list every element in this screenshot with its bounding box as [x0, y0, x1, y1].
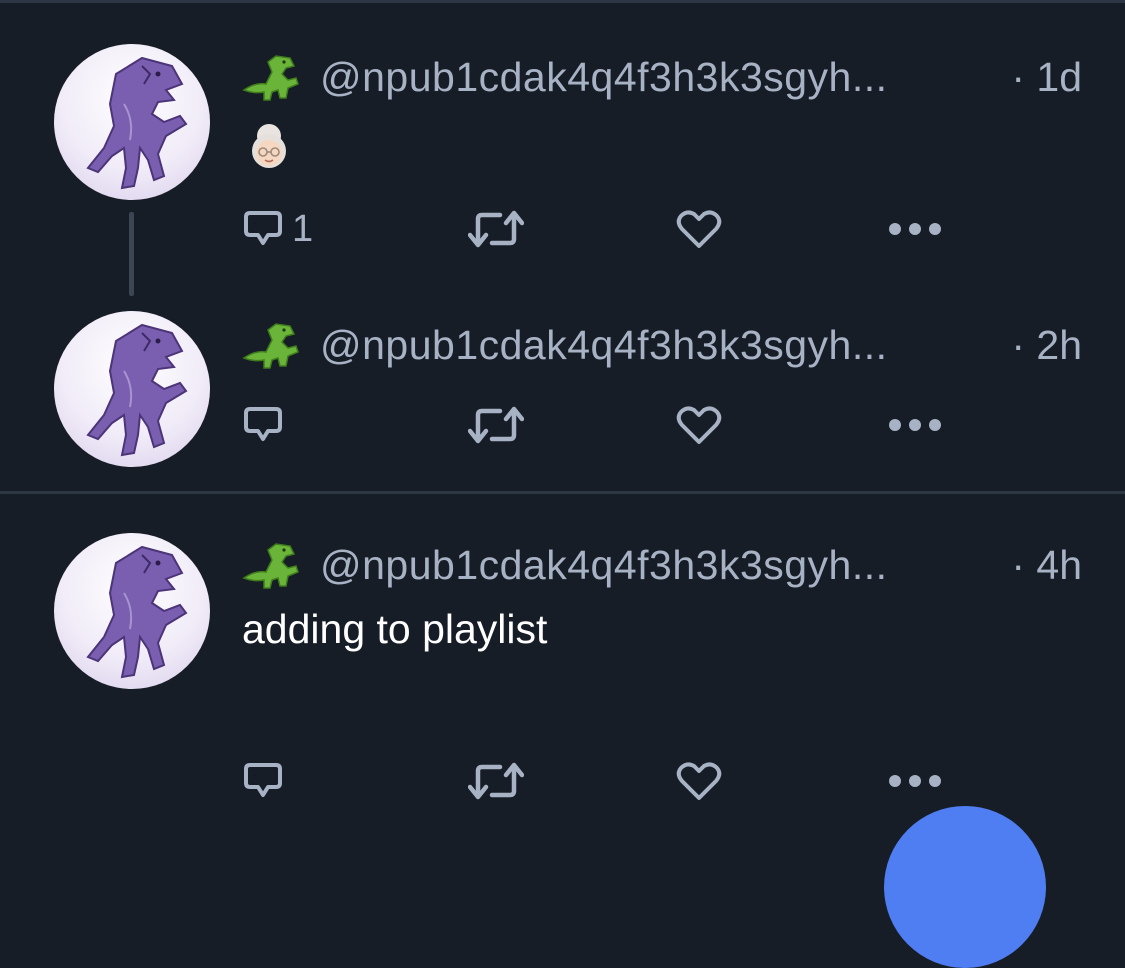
repost-icon	[468, 210, 524, 248]
post-header: @npub1cdak4q4f3h3k3sgyh... · 2h	[242, 320, 1082, 370]
reply-button[interactable]	[242, 400, 284, 450]
dinosaur-avatar-image	[86, 56, 188, 190]
reply-button[interactable]: 1	[242, 204, 313, 254]
post-timestamp: · 2h	[1011, 321, 1082, 368]
author-handle[interactable]: @npub1cdak4q4f3h3k3sgyh...	[320, 542, 888, 589]
author-avatar[interactable]	[54, 533, 210, 689]
top-divider	[0, 0, 1125, 3]
more-button[interactable]	[888, 400, 942, 450]
comment-icon	[244, 763, 282, 797]
post-actions	[0, 756, 1125, 806]
comment-icon	[244, 211, 282, 245]
post-timestamp: · 4h	[1011, 541, 1082, 588]
compose-fab-button[interactable]	[884, 806, 1046, 968]
repost-icon	[468, 406, 524, 444]
comment-icon	[244, 407, 282, 441]
post-header: @npub1cdak4q4f3h3k3sgyh... · 4h	[242, 540, 1082, 590]
post-actions: 1	[0, 204, 1125, 254]
post-timestamp: · 1d	[1011, 53, 1082, 100]
more-button[interactable]	[888, 756, 942, 806]
more-icon	[889, 223, 941, 235]
dinosaur-avatar-image	[86, 545, 188, 679]
author-avatar[interactable]	[54, 44, 210, 200]
author-handle[interactable]: @npub1cdak4q4f3h3k3sgyh...	[320, 54, 888, 101]
heart-icon	[676, 210, 722, 248]
more-icon	[889, 775, 941, 787]
reply-count: 1	[292, 207, 314, 250]
repost-button[interactable]	[468, 204, 524, 254]
post-body	[242, 120, 296, 184]
heart-icon	[676, 762, 722, 800]
like-button[interactable]	[676, 400, 722, 450]
post-text: adding to playlist	[242, 606, 548, 652]
t-rex-emoji	[242, 55, 299, 101]
heart-icon	[676, 406, 722, 444]
thread-divider	[0, 491, 1125, 494]
like-button[interactable]	[676, 204, 722, 254]
like-button[interactable]	[676, 756, 722, 806]
more-icon	[889, 419, 941, 431]
reply-button[interactable]	[242, 756, 284, 806]
post-actions	[0, 400, 1125, 450]
repost-button[interactable]	[468, 400, 524, 450]
author-handle[interactable]: @npub1cdak4q4f3h3k3sgyh...	[320, 322, 888, 369]
post-header: @npub1cdak4q4f3h3k3sgyh... · 1d	[242, 52, 1082, 102]
more-button[interactable]	[888, 204, 942, 254]
repost-icon	[468, 762, 524, 800]
t-rex-emoji	[242, 323, 299, 369]
repost-button[interactable]	[468, 756, 524, 806]
old-woman-emoji	[252, 124, 286, 168]
t-rex-emoji	[242, 543, 299, 589]
